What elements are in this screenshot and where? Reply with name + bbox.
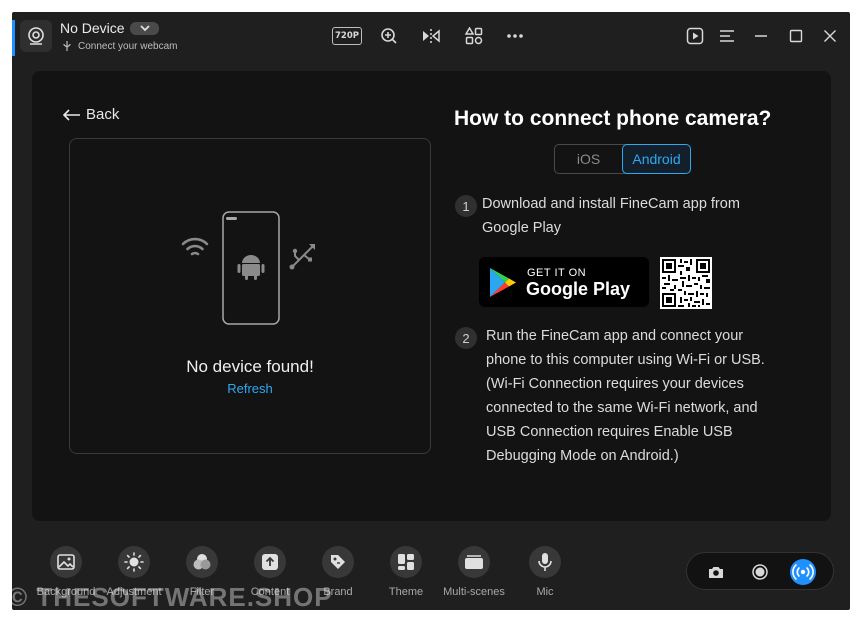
tutorial-button[interactable] <box>681 24 709 48</box>
device-preview-box: No device found! Refresh <box>69 138 431 454</box>
google-play-icon <box>490 268 516 297</box>
tab-ios[interactable]: iOS <box>555 145 622 173</box>
step-text: Run the FineCam app and connect your pho… <box>486 328 765 464</box>
more-icon <box>507 34 523 38</box>
instructions-title: How to connect phone camera? <box>454 107 772 130</box>
back-button[interactable]: Back <box>62 106 119 123</box>
apps-icon <box>465 27 483 45</box>
upload-icon <box>254 546 286 578</box>
qr-code-image <box>662 259 710 307</box>
filter-icon <box>186 546 218 578</box>
capture-controls <box>686 552 834 590</box>
refresh-link[interactable]: Refresh <box>70 381 430 396</box>
record-button[interactable] <box>747 559 773 585</box>
resolution-button[interactable]: 720P <box>332 27 362 45</box>
theme-tool[interactable]: Theme <box>371 546 441 606</box>
tag-icon <box>322 546 354 578</box>
zoom-icon <box>381 28 397 44</box>
google-play-badge[interactable]: GET IT ON Google Play <box>479 257 649 307</box>
minimize-button[interactable] <box>747 24 775 48</box>
image-icon <box>50 546 82 578</box>
broadcast-icon <box>792 564 814 580</box>
step-text: Download and install FineCam app from Go… <box>482 196 740 236</box>
theme-icon <box>390 546 422 578</box>
play-icon <box>686 27 704 45</box>
tool-label: Theme <box>388 586 424 598</box>
main-panel: Back No device found! Refresh How to con… <box>32 71 831 521</box>
menu-icon <box>720 30 734 42</box>
mirror-button[interactable] <box>417 24 445 48</box>
close-icon <box>824 30 836 42</box>
wifi-icon <box>181 237 209 256</box>
snapshot-button[interactable] <box>703 559 729 585</box>
title-bar: No Device Connect your webcam 720P <box>12 12 850 62</box>
active-indicator <box>12 20 15 56</box>
scenes-icon <box>458 546 490 578</box>
back-label: Back <box>86 106 120 123</box>
maximize-button[interactable] <box>782 24 810 48</box>
close-button[interactable] <box>816 24 844 48</box>
minimize-icon <box>755 35 767 37</box>
platform-toggle: iOS Android <box>554 144 691 174</box>
apps-button[interactable] <box>460 24 488 48</box>
step-number: 1 <box>455 195 477 217</box>
menu-button[interactable] <box>713 24 741 48</box>
zoom-button[interactable] <box>375 24 403 48</box>
device-dropdown-button[interactable] <box>130 22 159 35</box>
store-badge-small: GET IT ON <box>527 267 587 279</box>
broadcast-button[interactable] <box>790 559 816 585</box>
step-number: 2 <box>455 327 477 349</box>
no-device-message: No device found! <box>186 357 314 376</box>
phone-icon <box>222 211 280 325</box>
record-icon <box>752 564 768 580</box>
camera-icon <box>709 567 723 578</box>
usb-icon <box>289 244 315 270</box>
store-badge-big: Google Play <box>526 279 631 299</box>
device-name[interactable]: No Device <box>60 20 125 36</box>
tool-label: Mic <box>536 586 554 598</box>
more-button[interactable] <box>501 24 529 48</box>
qr-code <box>660 257 712 309</box>
sun-icon <box>118 546 150 578</box>
multi-scenes-tool[interactable]: Multi-scenes <box>439 546 509 606</box>
arrow-left-icon <box>62 108 80 121</box>
tool-label: Multi-scenes <box>443 586 505 598</box>
mic-icon <box>529 546 561 578</box>
maximize-icon <box>789 29 803 43</box>
tab-android[interactable]: Android <box>622 144 691 174</box>
mirror-icon <box>423 29 440 43</box>
watermark: © THESOFTWARE.SHOP <box>8 582 333 612</box>
mic-tool[interactable]: Mic <box>510 546 580 606</box>
device-subtitle: Connect your webcam <box>78 41 178 52</box>
usb-small-icon <box>63 41 71 51</box>
chevron-down-icon <box>139 25 150 32</box>
webcam-icon[interactable] <box>20 20 52 52</box>
app-window: No Device Connect your webcam 720P Back … <box>12 12 850 610</box>
